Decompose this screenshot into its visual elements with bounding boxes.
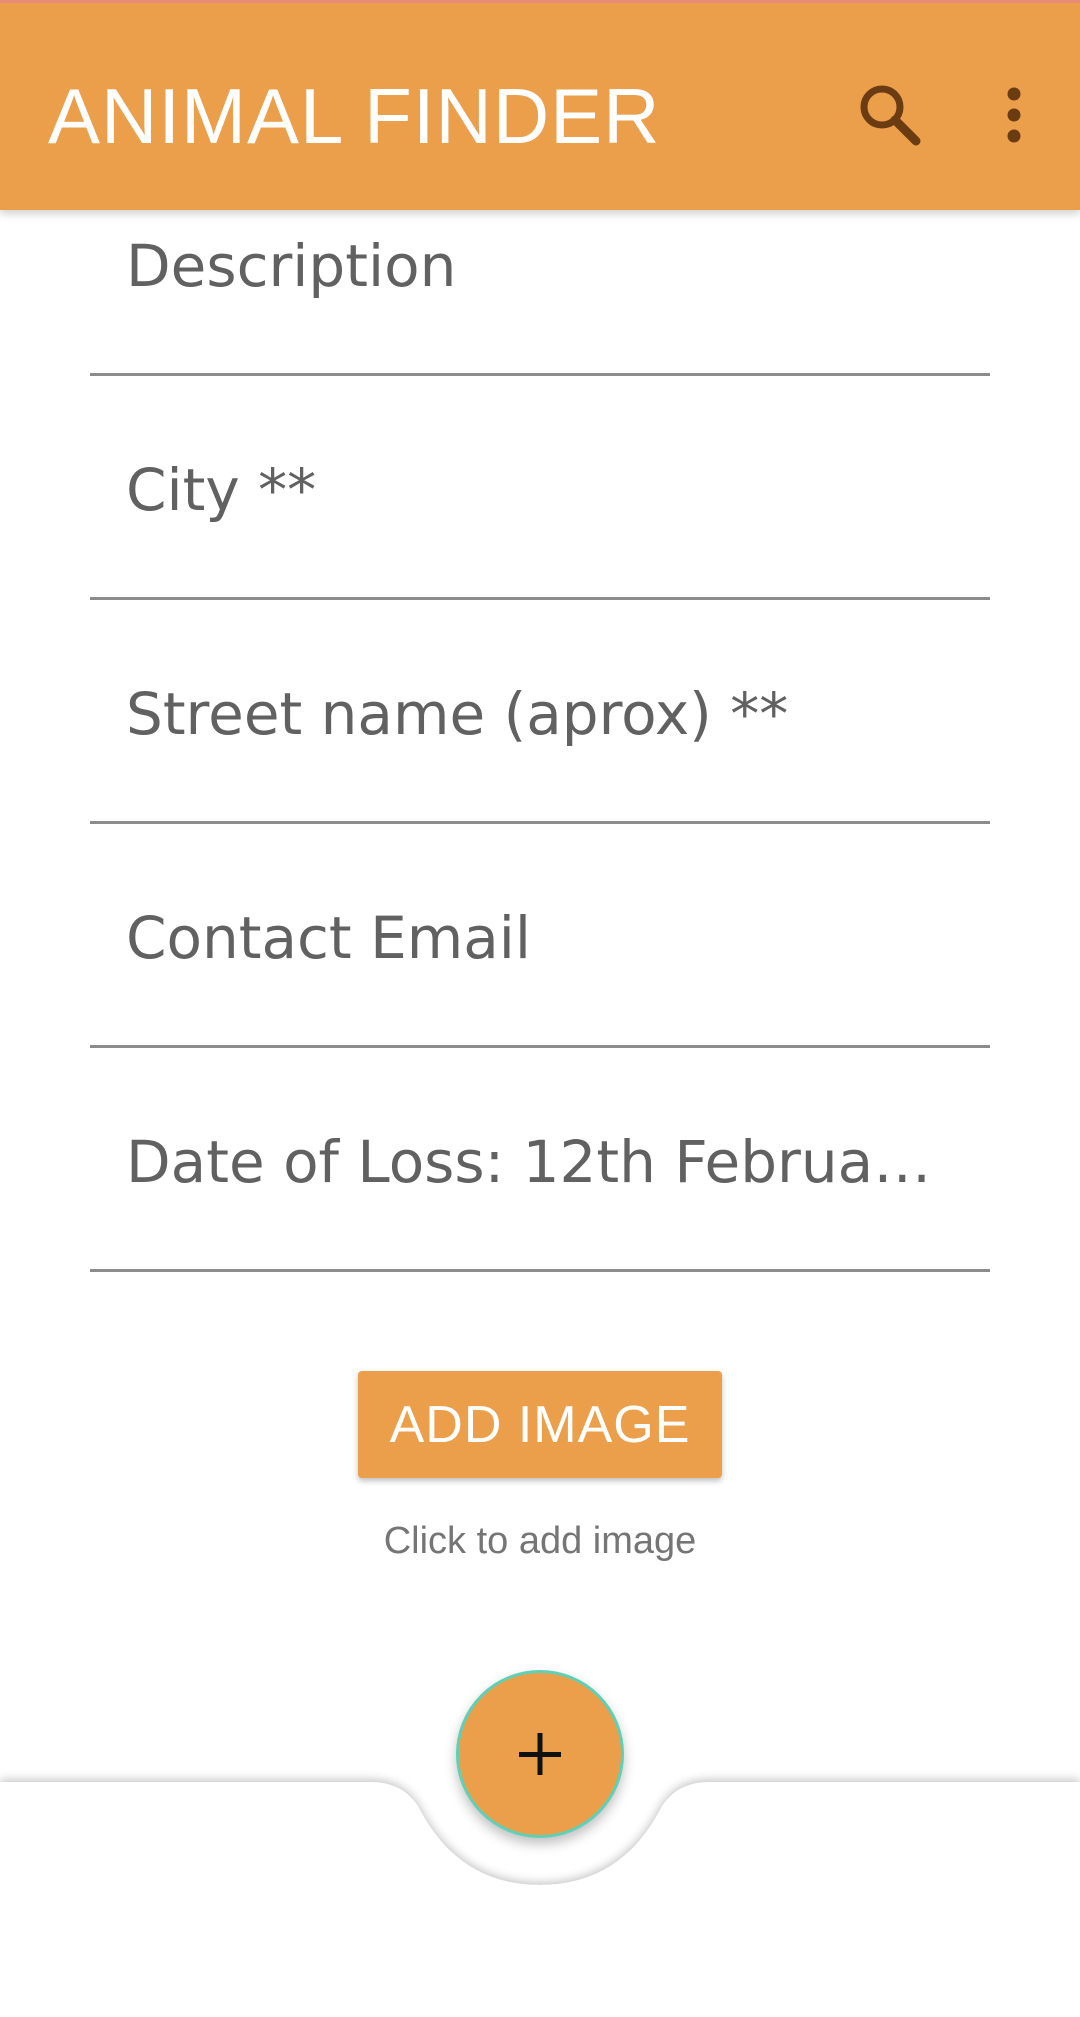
add-image-hint: Click to add image	[383, 1520, 697, 1562]
app-bar: ANIMAL FINDER	[0, 0, 1080, 210]
description-label: Description	[126, 232, 457, 300]
plus-icon	[519, 1733, 561, 1775]
app-title: ANIMAL FINDER	[48, 72, 661, 160]
contact-email-label: Contact Email	[126, 904, 532, 972]
city-field[interactable]: City **	[90, 376, 990, 600]
add-report-fab[interactable]	[456, 1670, 624, 1838]
contact-email-field[interactable]: Contact Email	[90, 824, 990, 1048]
more-vert-icon[interactable]	[988, 75, 1040, 155]
date-of-loss-label: Date of Loss: 12th February 2021	[126, 1128, 954, 1196]
add-image-button[interactable]: ADD IMAGE	[358, 1371, 722, 1478]
city-label: City **	[126, 456, 317, 524]
street-name-field[interactable]: Street name (aprox) **	[90, 600, 990, 824]
search-icon[interactable]	[850, 75, 930, 155]
date-of-loss-field[interactable]: Date of Loss: 12th February 2021	[90, 1048, 990, 1272]
street-name-label: Street name (aprox) **	[126, 680, 789, 748]
